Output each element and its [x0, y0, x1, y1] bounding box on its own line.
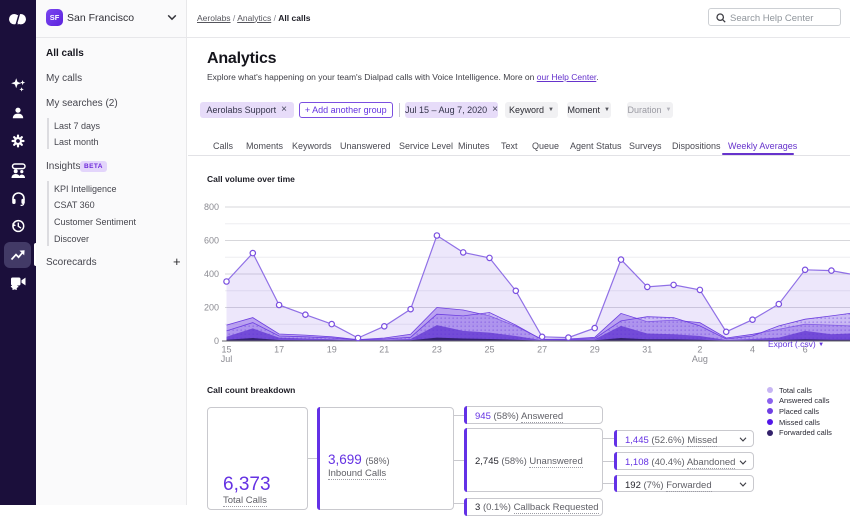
svg-text:200: 200	[204, 303, 219, 313]
svg-text:29: 29	[590, 345, 600, 355]
svg-text:2: 2	[697, 345, 702, 355]
svg-text:600: 600	[204, 236, 219, 246]
svg-text:21: 21	[379, 345, 389, 355]
svg-text:15: 15	[221, 345, 231, 355]
svg-text:Jul: Jul	[221, 354, 233, 364]
svg-text:Aug: Aug	[692, 354, 708, 364]
svg-text:31: 31	[642, 345, 652, 355]
svg-text:17: 17	[274, 345, 284, 355]
svg-text:4: 4	[750, 345, 755, 355]
svg-text:23: 23	[432, 345, 442, 355]
svg-text:800: 800	[204, 202, 219, 212]
svg-text:25: 25	[484, 345, 494, 355]
svg-text:0: 0	[214, 336, 219, 346]
svg-text:400: 400	[204, 269, 219, 279]
svg-text:27: 27	[537, 345, 547, 355]
svg-text:19: 19	[327, 345, 337, 355]
